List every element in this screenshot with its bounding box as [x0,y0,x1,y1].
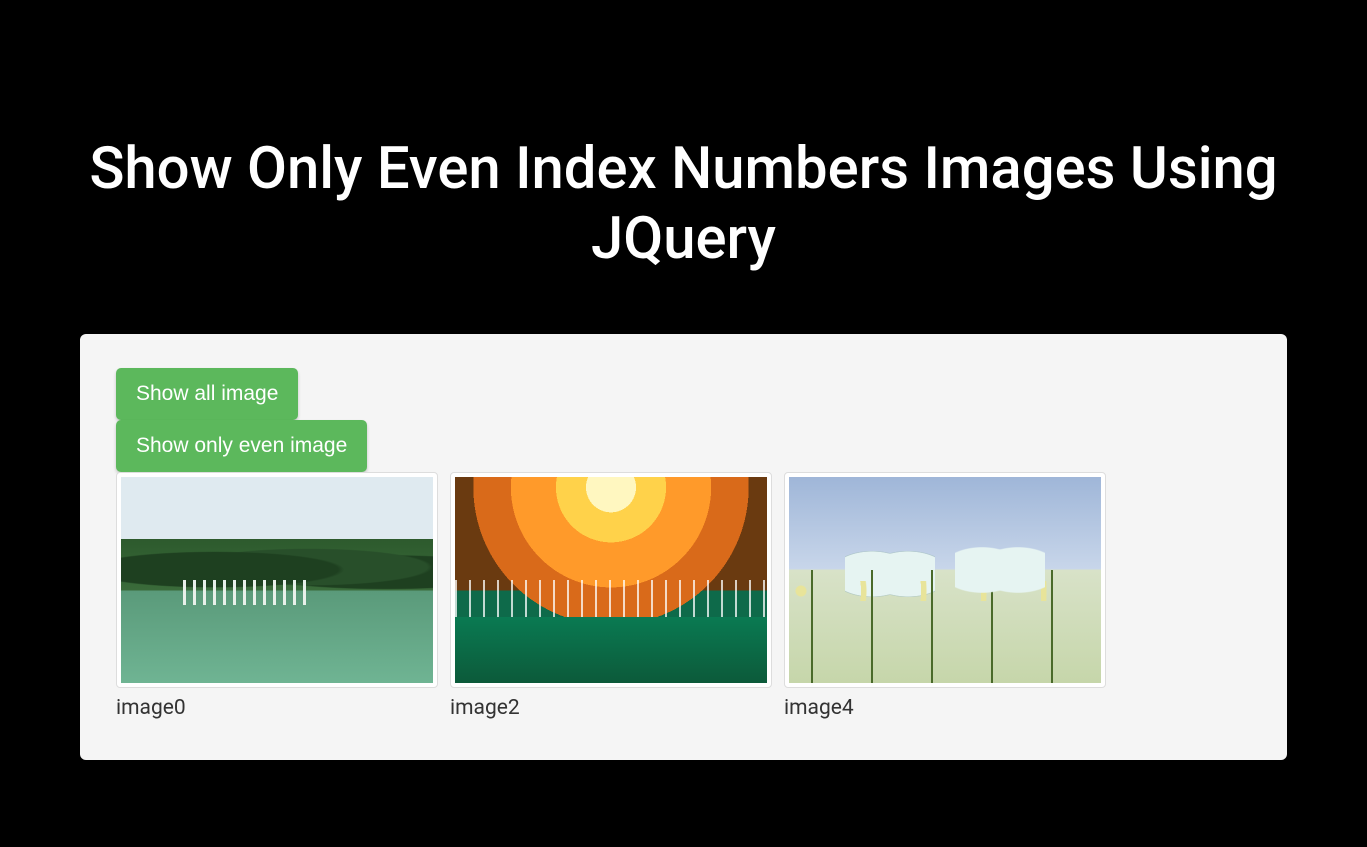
image-thumbnail[interactable] [121,477,433,683]
content-panel: Show all image Show only even image imag… [80,334,1287,760]
image-thumbnail-frame [116,472,438,688]
image-thumbnail[interactable] [789,477,1101,683]
page-title: Show Only Even Index Numbers Images Usin… [84,0,1284,334]
image-card: image2 [450,472,772,720]
image-gallery: image0 image2 image4 [116,472,1251,720]
image-caption: image2 [450,696,772,720]
image-caption: image0 [116,696,438,720]
image-card: image0 [116,472,438,720]
decoration-buds [789,581,1101,601]
show-all-button[interactable]: Show all image [116,368,298,420]
image-thumbnail-frame [784,472,1106,688]
image-caption: image4 [784,696,1106,720]
image-thumbnail[interactable] [455,477,767,683]
button-row: Show all image Show only even image [116,368,1251,472]
image-card: image4 [784,472,1106,720]
image-thumbnail-frame [450,472,772,688]
show-even-button[interactable]: Show only even image [116,420,367,472]
